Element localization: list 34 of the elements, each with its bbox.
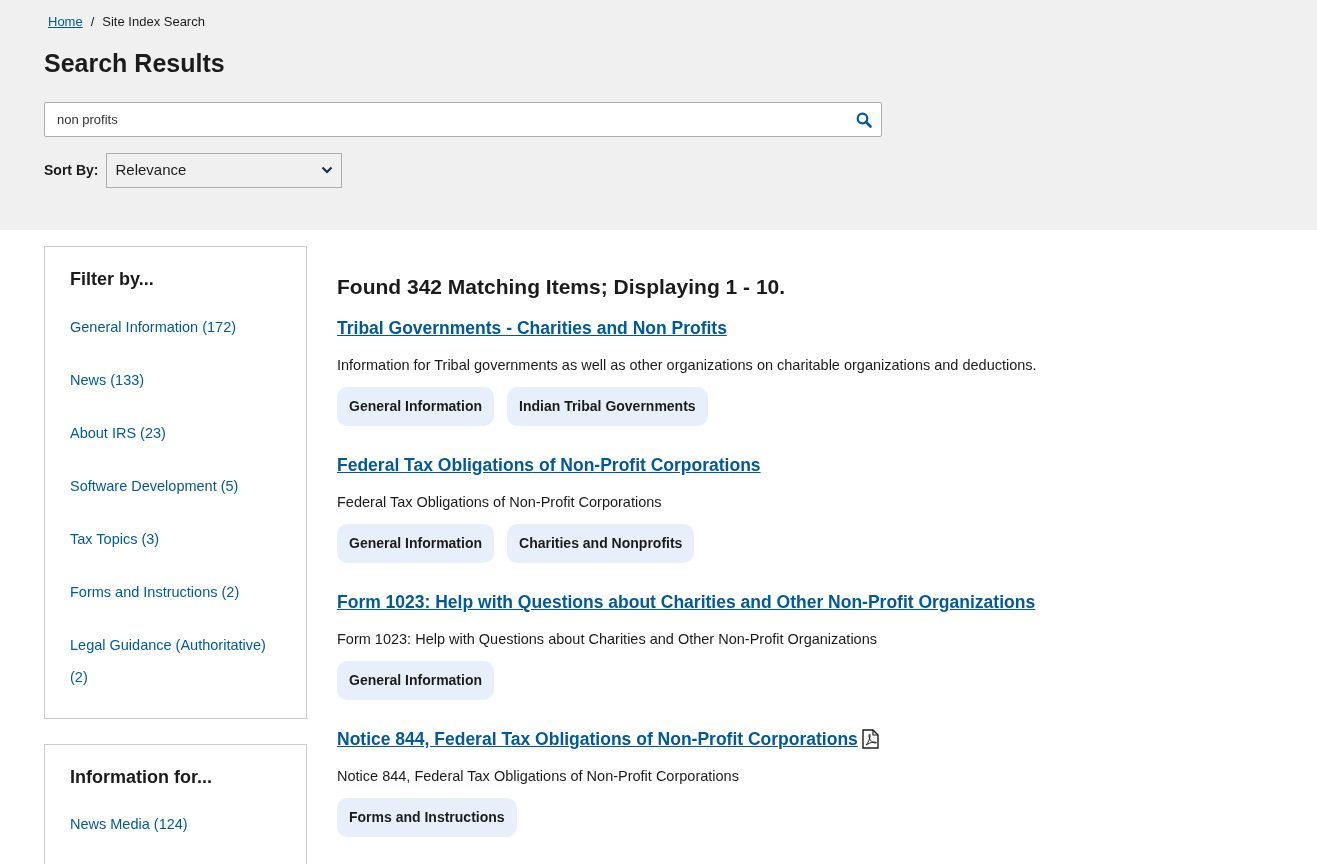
filter-heading: Information for... <box>70 766 213 789</box>
category-tag: General Information <box>337 524 495 564</box>
filter-link[interactable]: Software Development (5) <box>70 469 281 502</box>
filter-link[interactable]: Legal Guidance (Authoritative) (2) <box>70 628 281 693</box>
sort-dropdown[interactable]: Relevance <box>106 152 343 188</box>
filter-link[interactable]: About IRS (23) <box>70 416 281 449</box>
filter-link[interactable]: General Information (172) <box>70 310 281 343</box>
result-description: Information for Tribal governments as well as other organizations on charitable organizations and deductions. <box>337 356 1038 376</box>
filter-link[interactable]: News Media (124) <box>70 808 281 841</box>
category-tag: Forms and Instructions <box>337 798 517 838</box>
chevron-down-icon <box>321 166 334 174</box>
filter-link[interactable]: Tax Topics (3) <box>70 522 281 555</box>
search-field[interactable]: non profits <box>44 101 882 137</box>
filter-link[interactable]: Forms and Instructions (2) <box>70 575 281 608</box>
result-description: Form 1023: Help with Questions about Charities and Other Non-Profit Organizations <box>337 630 878 650</box>
breadcrumb-link[interactable]: Home <box>48 12 83 32</box>
filter-link[interactable]: News (133) <box>70 363 281 396</box>
filter-heading: Filter by... <box>70 269 155 291</box>
search-icon[interactable] <box>856 111 872 128</box>
result-title-link[interactable]: Notice 844, Federal Tax Obligations of Non-Profit Corporations <box>337 726 858 753</box>
category-tag: General Information <box>337 387 495 427</box>
category-tag: Indian Tribal Governments <box>507 387 708 427</box>
result-title-link[interactable]: Tribal Governments - Charities and Non Profits <box>337 315 727 342</box>
page-title: Search Results <box>44 47 226 78</box>
result-title-link[interactable]: Form 1023: Help with Questions about Charities and Other Non-Profit Organizations <box>337 589 1036 616</box>
result-title-link[interactable]: Federal Tax Obligations of Non-Profit Corporations <box>337 452 761 479</box>
sort-label: Sort By: <box>44 160 99 180</box>
category-tag: Charities and Nonprofits <box>507 524 695 564</box>
results-summary: Found 342 Matching Items; Displaying 1 - 10. <box>337 274 787 300</box>
breadcrumb-current: Site Index Search <box>102 13 205 31</box>
result-description: Federal Tax Obligations of Non-Profit Corporations <box>337 493 663 513</box>
category-tag: General Information <box>337 661 495 701</box>
result-description: Notice 844, Federal Tax Obligations of Non-Profit Corporations <box>337 767 740 787</box>
breadcrumb-separator: / <box>90 13 95 31</box>
